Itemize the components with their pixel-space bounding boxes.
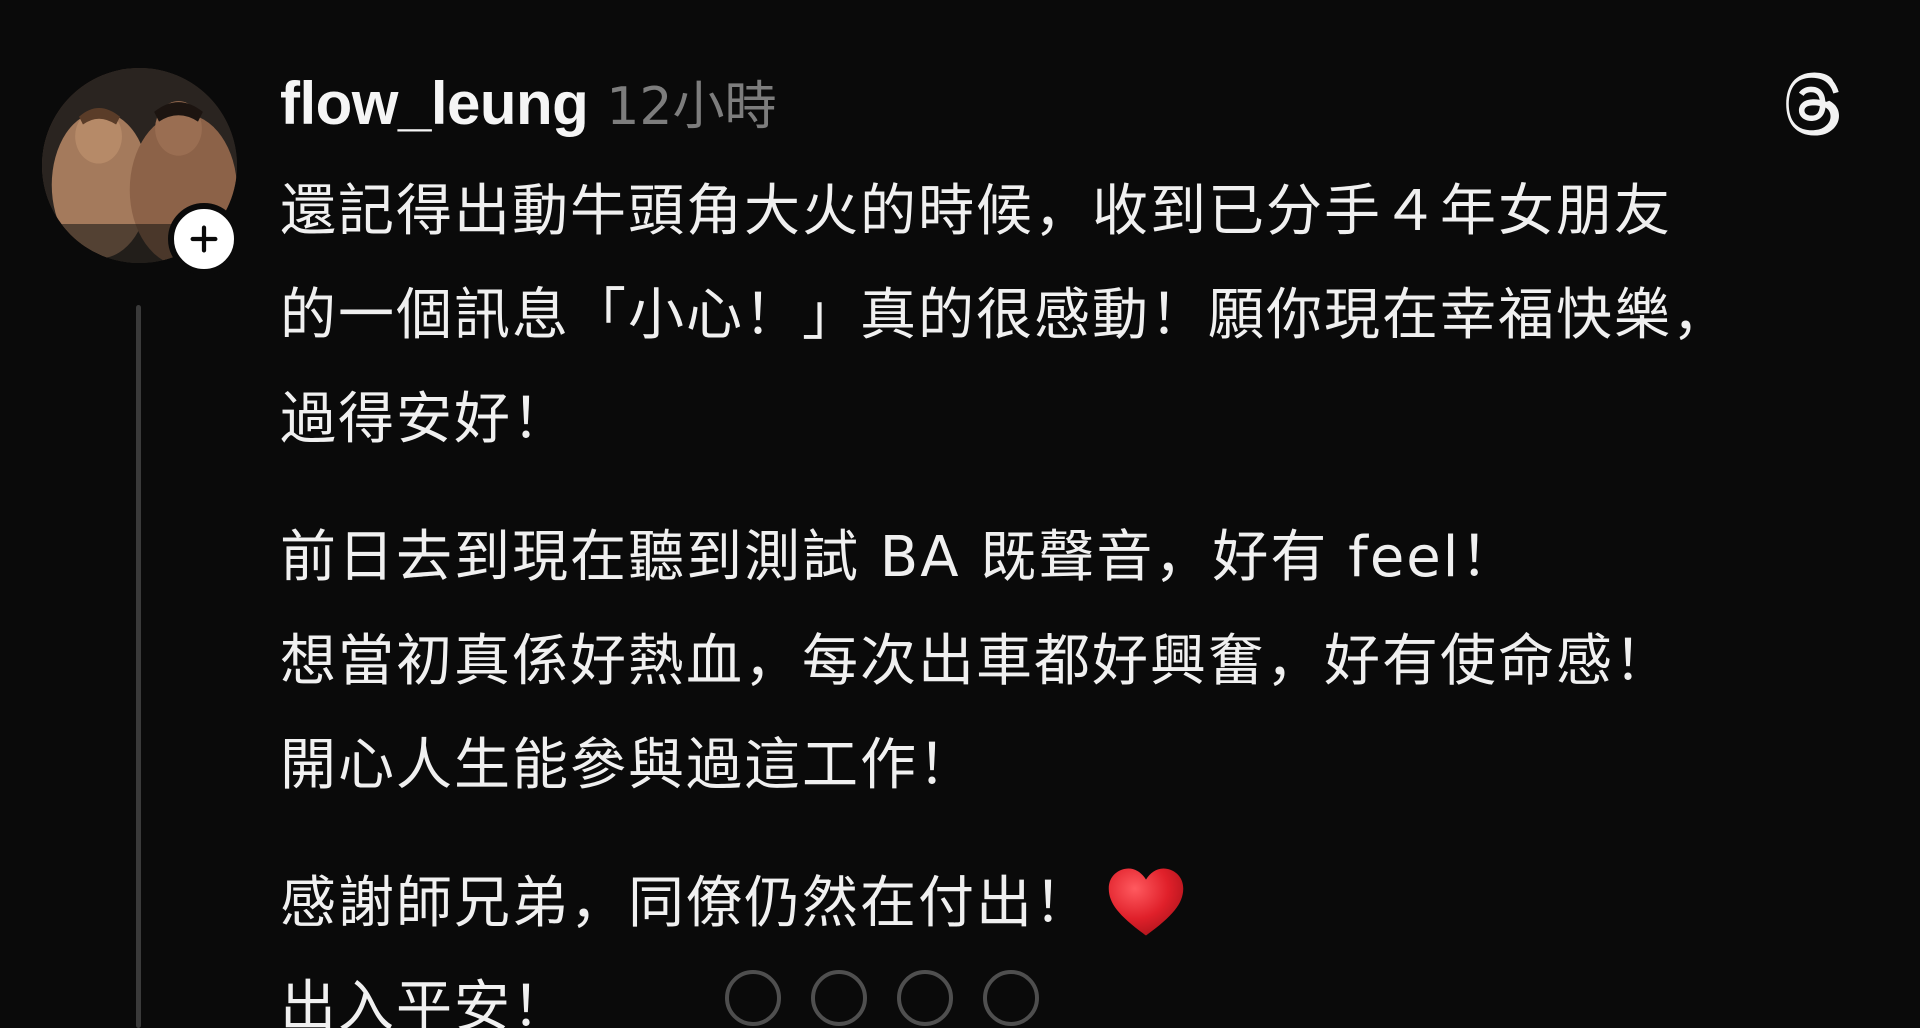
plus-icon — [190, 225, 218, 253]
threads-logo-icon[interactable] — [1776, 68, 1848, 140]
post-body: 還記得出動牛頭角大火的時候，收到已分手４年女朋友 的一個訊息「小心！」真的很感動… — [280, 160, 1840, 1028]
post-text-line: 想當初真係好熱血，每次出車都好興奮，好有使命感！ — [280, 629, 1672, 694]
follow-button[interactable] — [168, 203, 240, 275]
post-text-line: 出入平安！ — [280, 975, 570, 1028]
post-text-line: 的一個訊息「小心！」真的很感動！願你現在幸福快樂， — [280, 283, 1730, 348]
post-timestamp: 12小時 — [606, 77, 777, 137]
post-text-line-with-emoji: 感謝師兄弟，同僚仍然在付出！ — [280, 852, 1840, 956]
post-text-line: 前日去到現在聽到測試 BA 既聲音，好有 feel！ — [280, 525, 1519, 590]
post-text-line: 還記得出動牛頭角大火的時候，收到已分手４年女朋友 — [280, 179, 1672, 244]
action-bar — [725, 970, 1039, 1026]
threads-post: flow_leung 12小時 還記得出動牛頭角大火的時候，收到已分手４年女朋友… — [0, 0, 1920, 1028]
username[interactable]: flow_leung — [280, 69, 589, 138]
share-icon[interactable] — [983, 970, 1039, 1026]
post-text-line: 感謝師兄弟，同僚仍然在付出！ — [280, 871, 1092, 936]
post-text-line: 過得安好！ — [280, 387, 570, 452]
post-header: flow_leung 12小時 — [280, 64, 777, 138]
red-heart-icon — [1106, 866, 1186, 938]
post-text-line: 開心人生能參與過這工作！ — [280, 733, 976, 798]
comment-icon[interactable] — [811, 970, 867, 1026]
like-icon[interactable] — [725, 970, 781, 1026]
thread-connector-line — [136, 305, 141, 1028]
repost-icon[interactable] — [897, 970, 953, 1026]
